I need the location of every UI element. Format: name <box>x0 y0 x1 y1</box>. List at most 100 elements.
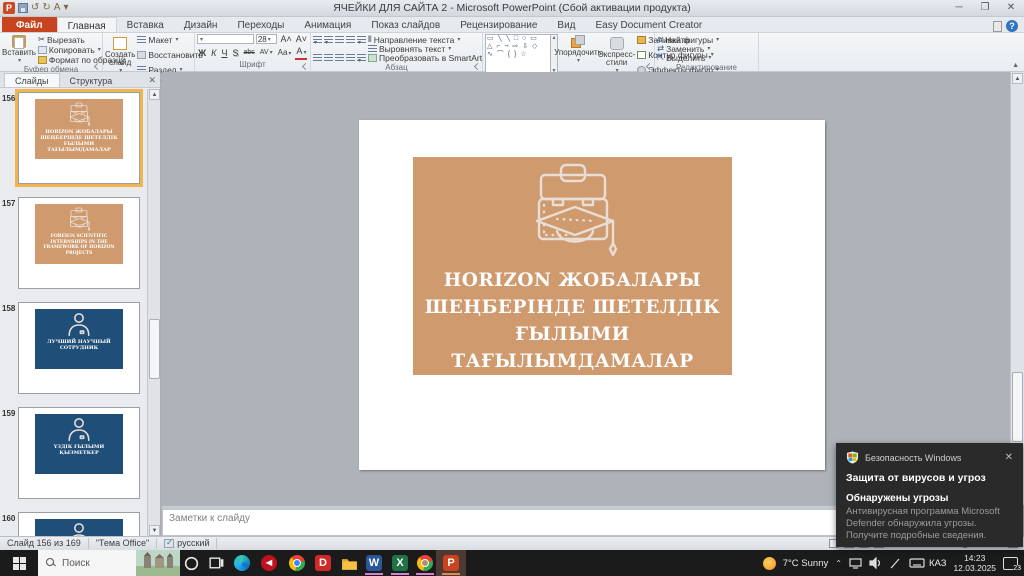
volume-icon[interactable] <box>869 557 882 569</box>
close-button[interactable]: ✕ <box>998 1 1024 16</box>
keyboard-icon[interactable] <box>909 557 922 569</box>
panel-tab-outline[interactable]: Структура <box>60 74 123 87</box>
windows-security-toast[interactable]: Безопасность Windows ✕ Защита от вирусов… <box>836 443 1023 547</box>
reset-button[interactable]: Восстановить <box>137 50 202 59</box>
search-highlight-image[interactable] <box>136 550 180 576</box>
font-size-combo[interactable]: 28 <box>256 34 278 44</box>
font-color-button[interactable]: A <box>295 46 307 60</box>
red-app-2-icon[interactable]: D <box>312 552 334 574</box>
tab-design[interactable]: Дизайн <box>174 17 228 32</box>
panel-close-icon[interactable]: ✕ <box>148 73 156 87</box>
powerpoint-icon[interactable]: P <box>440 552 462 574</box>
tab-transitions[interactable]: Переходы <box>227 17 294 32</box>
toast-close-icon[interactable]: ✕ <box>1005 452 1013 463</box>
group-font: 28 A˄ A˅ Ж К Ч S abc AV Aa A Шрифт <box>195 33 311 71</box>
decrease-indent-icon[interactable] <box>335 36 344 44</box>
spellcheck-status[interactable]: русский <box>157 538 217 549</box>
scroll-thumb[interactable] <box>149 319 160 379</box>
bold-button[interactable]: Ж <box>197 48 207 58</box>
notes-placeholder: Заметки к слайду <box>169 513 250 524</box>
shrink-font-icon[interactable]: A˅ <box>295 34 308 44</box>
slide-counter: Слайд 156 из 169 <box>0 538 89 549</box>
thumbnail-157[interactable]: 157 FOREIGN S <box>2 197 146 289</box>
chrome-icon[interactable] <box>286 552 308 574</box>
select-button[interactable]: ⇱Выделить <box>657 53 711 62</box>
collapse-ribbon-icon[interactable]: ▲ <box>1012 62 1019 69</box>
tab-review[interactable]: Рецензирование <box>450 17 547 32</box>
red-app-icon[interactable]: ◄ <box>258 552 280 574</box>
chrome-profile-icon[interactable] <box>414 552 436 574</box>
toast-title: Защита от вирусов и угроз <box>846 472 1013 484</box>
clock[interactable]: 14:23 12.03.2025 <box>953 553 996 573</box>
smartart-button[interactable]: Преобразовать в SmartArt <box>368 53 488 62</box>
minimize-button[interactable]: ─ <box>946 1 972 16</box>
slide-content-box[interactable]: HORIZON ЖОБАЛАРЫ ШЕҢБЕРІНДЕ ШЕТЕЛДІК ҒЫЛ… <box>413 157 732 375</box>
new-slide-button[interactable]: Создать слайд <box>105 34 135 75</box>
panel-scrollbar[interactable]: ▲ ▼ <box>147 89 160 536</box>
paste-button[interactable]: Вставить <box>2 34 36 65</box>
strikethrough-button[interactable]: abc <box>242 48 255 58</box>
scroll-up-icon[interactable]: ▲ <box>149 89 160 100</box>
person-icon <box>64 522 94 536</box>
slide-number: 156 <box>2 92 18 184</box>
quick-styles-button[interactable]: Экспресс-стили <box>598 34 635 75</box>
theme-name[interactable]: "Тема Office" <box>89 538 157 549</box>
shapes-gallery[interactable]: ▭ ╲ ╲ □ ○ ▭ △ ⌐ ¬ ⇨ ⇩ ◇ ∿ ⌒ { } ☆ <box>485 34 551 75</box>
word-icon[interactable]: W <box>363 552 385 574</box>
layout-button[interactable]: Макет <box>137 35 202 44</box>
weather-text[interactable]: 7°C Sunny <box>783 558 829 569</box>
network-icon[interactable] <box>849 557 862 569</box>
numbering-icon[interactable] <box>324 36 333 44</box>
document-icon[interactable] <box>993 21 1002 32</box>
justify-icon[interactable] <box>346 54 355 62</box>
tray-chevron-icon[interactable]: ⌃ <box>835 559 842 568</box>
increase-indent-icon[interactable] <box>346 36 355 44</box>
cortana-icon[interactable] <box>180 552 202 574</box>
tab-insert[interactable]: Вставка <box>117 17 174 32</box>
line-spacing-icon[interactable] <box>357 36 366 44</box>
taskbar-search[interactable]: Поиск <box>38 550 180 576</box>
arrange-button[interactable]: Упорядочить <box>560 34 596 75</box>
panel-tab-slides[interactable]: Слайды <box>4 73 60 87</box>
change-case-button[interactable]: Aa <box>277 48 293 59</box>
thumbnail-159[interactable]: 159 ҮЗДІК ҒЫЛЫМИ ҚЫЗМЕТКЕР <box>2 407 146 499</box>
pen-icon[interactable] <box>889 557 902 569</box>
scroll-thumb[interactable] <box>1012 372 1023 442</box>
edge-icon[interactable] <box>231 552 253 574</box>
columns-icon[interactable] <box>357 54 366 62</box>
tab-home[interactable]: Главная <box>57 17 117 32</box>
character-spacing-button[interactable]: AV <box>259 48 274 58</box>
chrome-running-indicator <box>416 573 434 575</box>
weather-icon[interactable] <box>763 557 776 570</box>
italic-button[interactable]: К <box>210 48 217 58</box>
tab-easy-document-creator[interactable]: Easy Document Creator <box>586 17 713 32</box>
align-right-icon[interactable] <box>335 54 344 62</box>
start-button[interactable] <box>0 550 38 576</box>
scroll-down-icon[interactable]: ▼ <box>149 525 160 536</box>
tab-slideshow[interactable]: Показ слайдов <box>361 17 450 32</box>
keyboard-language[interactable]: КАЗ <box>929 558 947 569</box>
tab-animations[interactable]: Анимация <box>294 17 361 32</box>
powerpoint-window: P ↺ ↻ A ▾ ЯЧЕЙКИ ДЛЯ САЙТА 2 - Microsoft… <box>0 0 1024 576</box>
current-slide[interactable]: HORIZON ЖОБАЛАРЫ ШЕҢБЕРІНДЕ ШЕТЕЛДІК ҒЫЛ… <box>359 120 825 470</box>
action-center-icon[interactable]: 23 <box>1003 557 1018 570</box>
bullets-icon[interactable] <box>313 36 322 44</box>
align-left-icon[interactable] <box>313 54 322 62</box>
grow-font-icon[interactable]: A˄ <box>279 34 292 44</box>
align-center-icon[interactable] <box>324 54 333 62</box>
thumbnail-160[interactable]: 160 <box>2 512 146 536</box>
underline-button[interactable]: Ч <box>220 48 228 58</box>
file-explorer-icon[interactable] <box>338 552 360 574</box>
restore-button[interactable]: ❐ <box>972 1 998 16</box>
task-view-icon[interactable] <box>205 552 227 574</box>
thumbnail-156[interactable]: 156 HORIZON Ж <box>2 92 146 184</box>
thumbnail-158[interactable]: 158 ЛУЧШИЙ НАУЧНЫЙ СОТРУДНИК <box>2 302 146 394</box>
font-name-combo[interactable] <box>197 34 254 44</box>
scroll-up-icon[interactable]: ▲ <box>1012 73 1023 84</box>
text-shadow-button[interactable]: S <box>231 48 239 58</box>
main-scrollbar[interactable]: ▲ <box>1010 72 1024 505</box>
help-icon[interactable]: ? <box>1006 20 1018 32</box>
excel-icon[interactable]: X <box>389 552 411 574</box>
tab-file[interactable]: Файл <box>2 17 57 32</box>
tab-view[interactable]: Вид <box>547 17 585 32</box>
